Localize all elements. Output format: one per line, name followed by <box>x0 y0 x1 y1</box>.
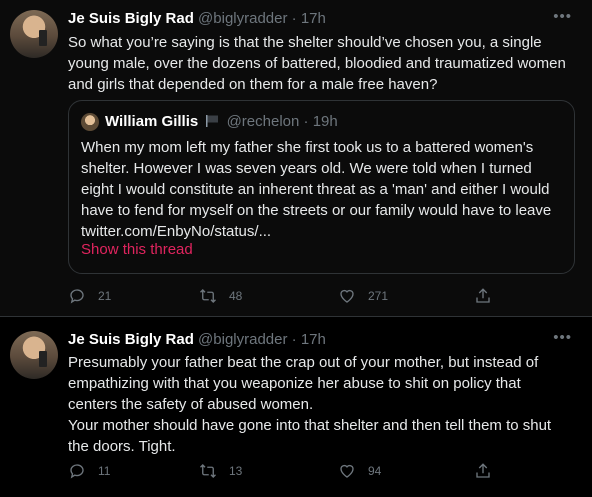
retweet-arrows-icon <box>200 464 216 478</box>
tweet-2[interactable]: Je Suis Bigly Rad @biglyradder · 17h •••… <box>0 316 592 497</box>
tweet-header: Je Suis Bigly Rad @biglyradder · 17h <box>68 331 326 348</box>
author-avatar[interactable] <box>10 10 58 58</box>
heart-icon <box>340 464 354 478</box>
text-line: centers the safety of abused women. <box>68 396 314 413</box>
text-line: Presumably your father beat the crap out… <box>68 354 539 371</box>
like-button[interactable]: 94 <box>338 462 381 480</box>
author-handle[interactable]: @biglyradder <box>198 331 287 348</box>
share-button[interactable] <box>474 462 504 480</box>
reply-bubble-icon <box>70 289 84 304</box>
more-dots-icon[interactable]: ••• <box>553 329 572 346</box>
text-line: have to fend for myself on the streets o… <box>81 202 552 219</box>
reply-button[interactable]: 21 <box>68 287 111 305</box>
author-name[interactable]: Je Suis Bigly Rad <box>68 10 194 27</box>
tweet-text: Presumably your father beat the crap out… <box>68 352 568 457</box>
retweet-button[interactable]: 48 <box>199 287 242 305</box>
reply-count: 11 <box>98 464 111 478</box>
like-count: 94 <box>368 464 382 478</box>
separator: · <box>291 10 297 27</box>
share-upload-icon <box>476 288 490 303</box>
tweet-text: So what you’re saying is that the shelte… <box>68 32 568 95</box>
quoted-link[interactable]: twitter.com/EnbyNo/status/... <box>81 221 566 242</box>
text-line: and girls that depended on them for a ma… <box>68 76 438 93</box>
tweet-1[interactable]: Je Suis Bigly Rad @biglyradder · 17h •••… <box>0 0 592 316</box>
timestamp[interactable]: 17h <box>301 10 326 27</box>
quoted-author-handle: @rechelon <box>226 113 300 130</box>
quoted-text: When my mom left my father she first too… <box>81 137 566 242</box>
text-line: Your mother should have gone into that s… <box>68 417 552 434</box>
reply-count: 21 <box>98 289 112 303</box>
quoted-tweet[interactable]: William Gillis @rechelon · 19h When my m… <box>68 100 575 274</box>
retweet-count: 48 <box>229 289 243 303</box>
like-button[interactable]: 271 <box>338 287 388 305</box>
reply-button[interactable]: 11 <box>68 462 110 480</box>
author-handle[interactable]: @biglyradder <box>198 10 287 27</box>
text-line: When my mom left my father she first too… <box>81 139 534 156</box>
tweet-actions: 21 48 271 <box>68 287 568 307</box>
quoted-author-avatar <box>81 113 99 131</box>
share-upload-icon <box>476 463 490 478</box>
separator: · <box>291 331 297 348</box>
show-thread-link[interactable]: Show this thread <box>81 241 193 258</box>
text-line: young male, over the dozens of battered,… <box>68 55 566 72</box>
reply-bubble-icon <box>70 464 84 479</box>
text-line: eight I would constitute an inherent thr… <box>81 181 550 198</box>
more-dots-icon[interactable]: ••• <box>553 8 572 25</box>
quoted-author-name: William Gillis <box>105 113 199 130</box>
retweet-arrows-icon <box>200 289 216 303</box>
author-name[interactable]: Je Suis Bigly Rad <box>68 331 194 348</box>
text-line: shelter. However I was seven years old. … <box>81 160 532 177</box>
black-flag-icon <box>206 115 219 127</box>
tweet-actions: 11 13 94 <box>68 462 568 482</box>
text-line: empathizing with that you weaponize her … <box>68 375 521 392</box>
heart-icon <box>340 289 354 303</box>
retweet-count: 13 <box>229 464 243 478</box>
share-button[interactable] <box>474 287 504 305</box>
text-line: the doors. Tight. <box>68 438 176 455</box>
like-count: 271 <box>368 289 389 303</box>
timestamp[interactable]: 17h <box>301 331 326 348</box>
retweet-button[interactable]: 13 <box>199 462 242 480</box>
tweet-header: Je Suis Bigly Rad @biglyradder · 17h <box>68 10 326 27</box>
quoted-header: William Gillis @rechelon · 19h <box>105 113 338 130</box>
separator: · <box>303 113 309 130</box>
author-avatar[interactable] <box>10 331 58 379</box>
quoted-timestamp: 19h <box>312 113 338 130</box>
text-line: So what you’re saying is that the shelte… <box>68 34 542 51</box>
